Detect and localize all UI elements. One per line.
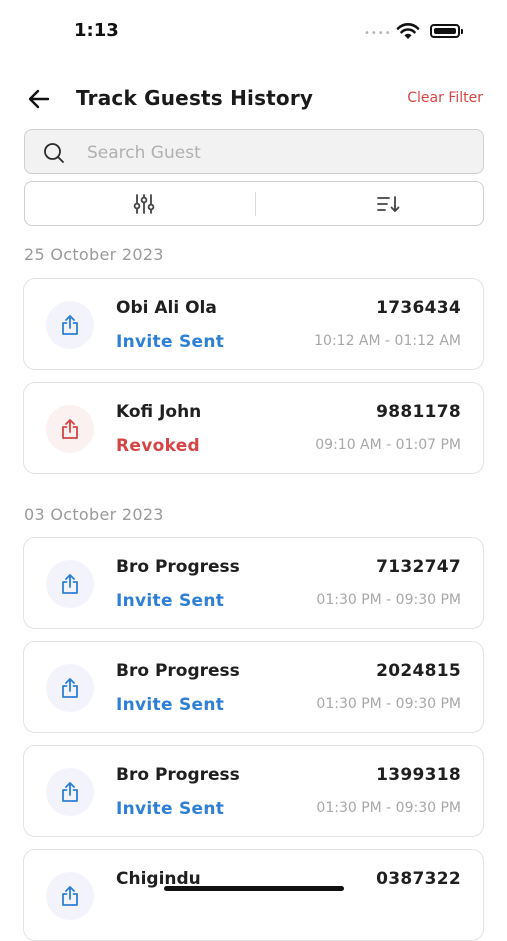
guest-status: Invite Sent bbox=[116, 799, 225, 819]
share-icon-badge bbox=[46, 664, 94, 712]
battery-icon bbox=[430, 24, 460, 38]
guest-card[interactable]: Bro Progress Invite Sent 7132747 01:30 P… bbox=[23, 537, 484, 629]
filter-button[interactable] bbox=[25, 182, 255, 225]
guest-time: 01:30 PM - 09:30 PM bbox=[316, 800, 461, 816]
signal-icon: •••• bbox=[364, 28, 392, 39]
guest-name: Bro Progress bbox=[116, 557, 240, 577]
share-upload-icon bbox=[62, 782, 78, 802]
share-icon-badge bbox=[46, 405, 94, 453]
battery-cap bbox=[461, 29, 463, 34]
search-icon bbox=[44, 143, 64, 163]
share-icon-badge bbox=[46, 872, 94, 920]
status-time: 1:13 bbox=[74, 20, 119, 41]
guest-status: Revoked bbox=[116, 436, 201, 456]
guest-status: Invite Sent bbox=[116, 695, 225, 715]
wifi-icon bbox=[396, 23, 420, 39]
header: Track Guests History Clear Filter bbox=[0, 80, 507, 120]
sort-button[interactable] bbox=[255, 182, 483, 225]
status-bar: 1:13 •••• bbox=[0, 0, 507, 60]
guest-code: 9881178 bbox=[376, 402, 461, 422]
guest-name: Kofi John bbox=[116, 402, 202, 422]
guest-time: 09:10 AM - 01:07 PM bbox=[315, 437, 461, 453]
filter-sort-bar bbox=[24, 181, 484, 226]
guest-name: Bro Progress bbox=[116, 765, 240, 785]
guest-name: Bro Progress bbox=[116, 661, 240, 681]
share-upload-icon bbox=[62, 678, 78, 698]
home-indicator bbox=[164, 886, 344, 891]
share-icon-badge bbox=[46, 560, 94, 608]
share-upload-icon bbox=[62, 315, 78, 335]
guest-time: 01:30 PM - 09:30 PM bbox=[316, 696, 461, 712]
page-title: Track Guests History bbox=[76, 86, 314, 110]
guest-time: 10:12 AM - 01:12 AM bbox=[314, 333, 461, 349]
date-header: 25 October 2023 bbox=[24, 245, 164, 264]
guest-name: Obi Ali Ola bbox=[116, 298, 217, 318]
share-upload-icon bbox=[62, 886, 78, 906]
share-upload-icon bbox=[62, 419, 78, 439]
guest-card[interactable]: Bro Progress Invite Sent 2024815 01:30 P… bbox=[23, 641, 484, 733]
share-icon-badge bbox=[46, 301, 94, 349]
date-header: 03 October 2023 bbox=[24, 505, 164, 524]
guest-time: 01:30 PM - 09:30 PM bbox=[316, 592, 461, 608]
guest-code: 1399318 bbox=[376, 765, 461, 785]
search-box bbox=[24, 129, 484, 174]
clear-filter-button[interactable]: Clear Filter bbox=[407, 90, 483, 106]
sliders-icon bbox=[133, 194, 155, 214]
guest-code: 1736434 bbox=[376, 298, 461, 318]
guest-card[interactable]: Kofi John Revoked 9881178 09:10 AM - 01:… bbox=[23, 382, 484, 474]
guest-card[interactable]: Bro Progress Invite Sent 1399318 01:30 P… bbox=[23, 745, 484, 837]
arrow-left-icon[interactable] bbox=[26, 86, 52, 112]
guest-card[interactable]: Obi Ali Ola Invite Sent 1736434 10:12 AM… bbox=[23, 278, 484, 370]
guest-code: 7132747 bbox=[376, 557, 461, 577]
guest-status: Invite Sent bbox=[116, 332, 225, 352]
guest-code: 0387322 bbox=[376, 869, 461, 889]
search-input[interactable] bbox=[85, 138, 469, 168]
guest-card[interactable]: Chigindu 0387322 bbox=[23, 849, 484, 941]
share-upload-icon bbox=[62, 574, 78, 594]
sort-icon bbox=[377, 196, 400, 212]
guest-code: 2024815 bbox=[376, 661, 461, 681]
share-icon-badge bbox=[46, 768, 94, 816]
guest-status: Invite Sent bbox=[116, 591, 225, 611]
